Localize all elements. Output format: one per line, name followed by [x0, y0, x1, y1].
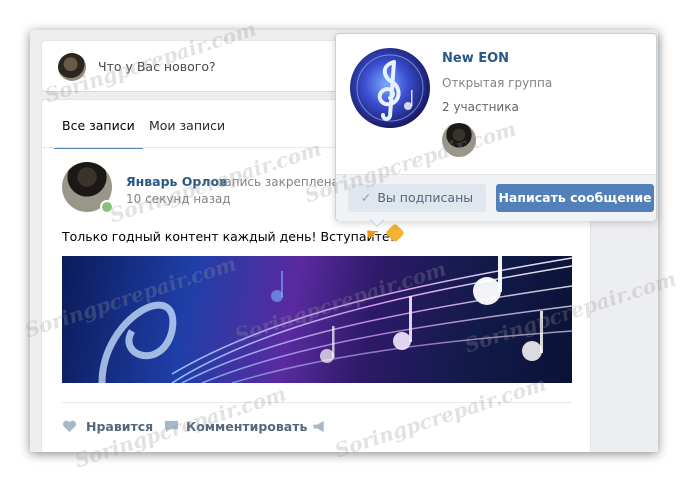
- pinned-label: запись закреплена: [218, 175, 339, 189]
- share-icon[interactable]: [312, 420, 328, 433]
- check-icon: ✓: [360, 190, 372, 205]
- tab-all-posts[interactable]: Все записи: [54, 118, 143, 149]
- post-time[interactable]: 10 секунд назад: [126, 192, 231, 206]
- treble-clef-icon: [356, 54, 424, 122]
- popup-footer: ✓ Вы подписаны Написать сообщение: [336, 174, 656, 221]
- post-author[interactable]: Январь Орлов: [126, 174, 227, 189]
- post-image[interactable]: [62, 256, 572, 383]
- comment-button[interactable]: Комментировать: [186, 419, 307, 434]
- composer-avatar[interactable]: [58, 53, 86, 81]
- group-avatar[interactable]: [350, 48, 430, 128]
- composer-placeholder[interactable]: Что у Вас нового?: [98, 59, 216, 74]
- group-members-count[interactable]: 2 участника: [442, 100, 519, 114]
- group-popup: New EON Открытая группа 2 участника ✓ Вы …: [335, 33, 657, 228]
- subscribed-button[interactable]: ✓ Вы подписаны: [348, 184, 486, 212]
- point-right-emoji-icon: ☛: [366, 225, 380, 243]
- group-name-link[interactable]: New EON: [442, 51, 509, 66]
- post-text: Только годный контент каждый день! Вступ…: [62, 229, 395, 244]
- heart-icon[interactable]: [62, 420, 77, 433]
- subscribed-label: Вы подписаны: [377, 190, 474, 205]
- member-avatar[interactable]: [442, 123, 476, 157]
- group-type: Открытая группа: [442, 76, 553, 90]
- tab-my-posts[interactable]: Мои записи: [149, 118, 225, 133]
- music-notes-icon: [98, 256, 572, 383]
- like-button[interactable]: Нравится: [86, 419, 153, 434]
- actions-divider: [62, 402, 572, 403]
- send-message-button[interactable]: Написать сообщение: [496, 184, 654, 212]
- online-indicator: [100, 200, 114, 214]
- comment-icon[interactable]: [164, 420, 179, 433]
